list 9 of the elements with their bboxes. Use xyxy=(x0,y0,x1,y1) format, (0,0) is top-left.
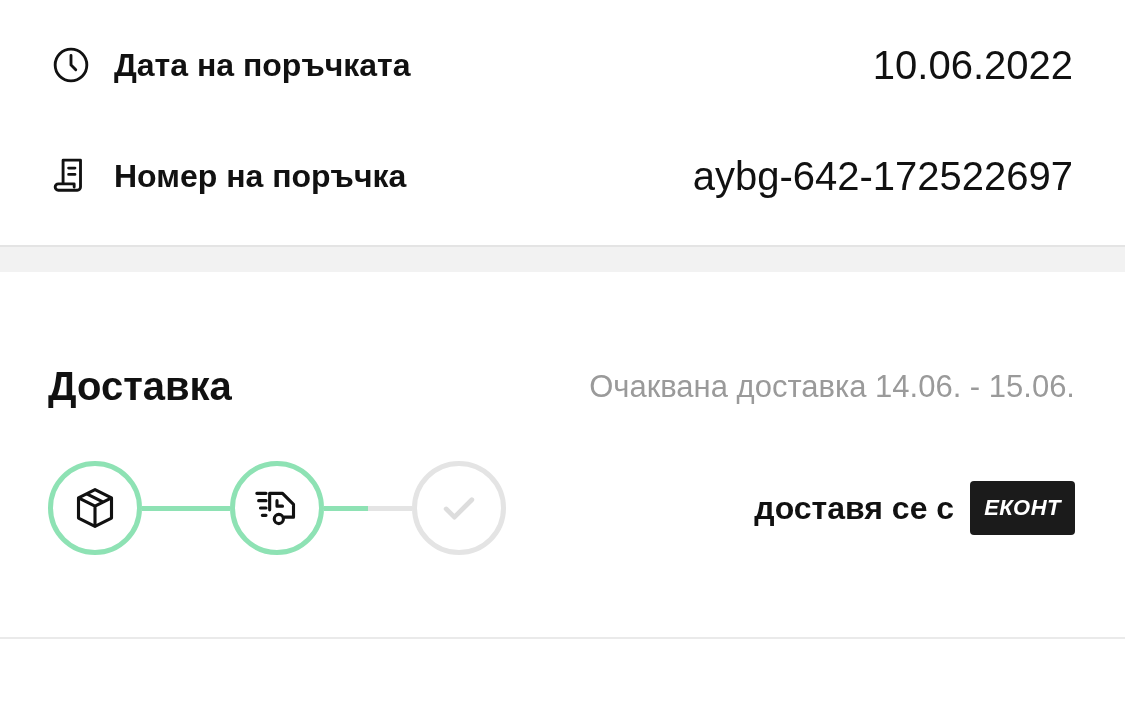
clock-icon xyxy=(52,46,90,84)
carrier-logo: ЕКОНТ xyxy=(970,481,1075,535)
delivery-estimate: Очаквана доставка 14.06. - 15.06. xyxy=(589,368,1075,405)
field-value: 10.06.2022 xyxy=(872,42,1073,88)
carrier-label: доставя се с xyxy=(754,489,955,527)
section-title: Доставка xyxy=(48,364,232,409)
field-label: Дата на поръчката xyxy=(114,46,411,84)
field-value: aybg-642-172522697 xyxy=(692,153,1073,199)
field-label: Номер на поръчка xyxy=(114,157,407,195)
